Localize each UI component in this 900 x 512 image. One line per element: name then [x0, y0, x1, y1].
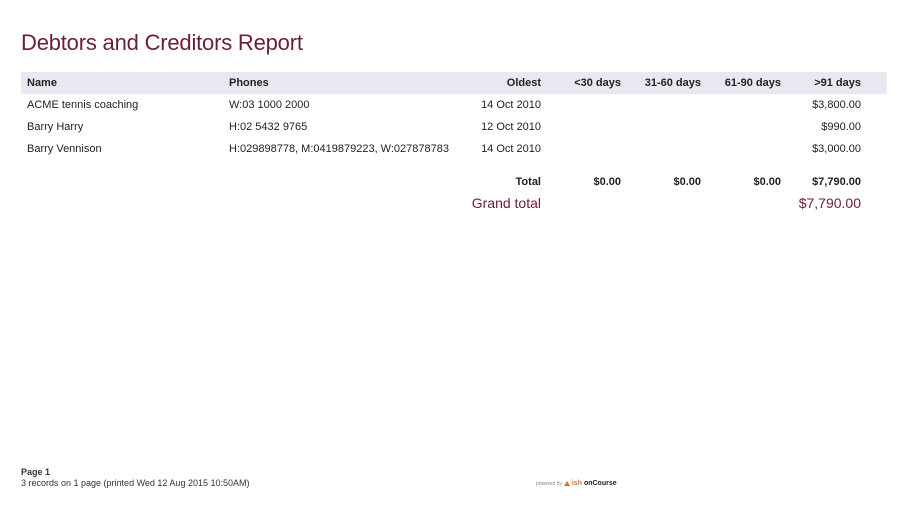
cell-name: Barry Harry	[27, 121, 84, 133]
powered-by-logo: powered by ish onCourse	[536, 480, 617, 487]
total-label: Total	[515, 176, 541, 188]
table-header-row: Name Phones Oldest <30 days 31-60 days 6…	[21, 72, 887, 94]
table-row: Barry Harry H:02 5432 9765 12 Oct 2010 $…	[21, 116, 887, 138]
cell-name: ACME tennis coaching	[27, 99, 139, 111]
column-header-lt30-days: <30 days	[543, 72, 623, 94]
cell-oldest: 14 Oct 2010	[481, 99, 541, 111]
column-header-31-60-days: 31-60 days	[623, 72, 703, 94]
footer-records-summary: 3 records on 1 page (printed Wed 12 Aug …	[21, 478, 250, 488]
total-61-90-days: $0.00	[753, 176, 781, 188]
cell-lt30-days	[543, 116, 623, 138]
debtors-creditors-table: Name Phones Oldest <30 days 31-60 days 6…	[21, 72, 887, 216]
footer-page-number: Page 1	[21, 467, 51, 477]
brand-oncourse: onCourse	[583, 480, 617, 487]
cell-oldest: 14 Oct 2010	[481, 143, 541, 155]
column-header-oldest: Oldest	[469, 72, 543, 94]
cell-gt91-days: $3,000.00	[812, 143, 861, 155]
cell-gt91-days: $3,800.00	[812, 99, 861, 111]
total-spacer	[229, 160, 469, 190]
grand-total-value: $7,790.00	[798, 195, 861, 211]
cell-phones: W:03 1000 2000	[229, 99, 310, 111]
cell-61-90-days	[703, 138, 783, 160]
column-header-61-90-days: 61-90 days	[703, 72, 783, 94]
cell-31-60-days	[623, 94, 703, 116]
total-gt91-days: $7,790.00	[812, 176, 861, 188]
cell-lt30-days	[543, 94, 623, 116]
table-row: Barry Vennison H:029898778, M:0419879223…	[21, 138, 887, 160]
grand-total-label: Grand total	[471, 195, 541, 211]
table-row: ACME tennis coaching W:03 1000 2000 14 O…	[21, 94, 887, 116]
powered-by-label: powered by	[536, 480, 562, 487]
grand-total-spacer	[543, 190, 623, 216]
brand-ish: ish	[571, 480, 582, 487]
column-header-phones: Phones	[229, 72, 469, 94]
total-spacer	[21, 160, 229, 190]
cell-gt91-days: $990.00	[821, 121, 861, 133]
total-31-60-days: $0.00	[673, 176, 701, 188]
cell-31-60-days	[623, 116, 703, 138]
grand-total-row: Grand total $7,790.00	[21, 190, 887, 216]
ish-logo-icon	[563, 481, 570, 486]
cell-name: Barry Vennison	[27, 143, 102, 155]
grand-total-spacer	[623, 190, 703, 216]
column-header-gt91-days: >91 days	[783, 72, 887, 94]
cell-lt30-days	[543, 138, 623, 160]
grand-total-spacer	[703, 190, 783, 216]
brand-name: ish onCourse	[572, 480, 617, 487]
cell-61-90-days	[703, 116, 783, 138]
grand-total-spacer	[229, 190, 469, 216]
cell-31-60-days	[623, 138, 703, 160]
cell-oldest: 12 Oct 2010	[481, 121, 541, 133]
report-title: Debtors and Creditors Report	[21, 30, 303, 55]
column-header-name: Name	[21, 72, 229, 94]
cell-phones: H:02 5432 9765	[229, 121, 308, 133]
cell-phones: H:029898778, M:0419879223, W:027878783	[229, 143, 449, 155]
total-lt30-days: $0.00	[593, 176, 621, 188]
grand-total-spacer	[21, 190, 229, 216]
cell-61-90-days	[703, 94, 783, 116]
total-row: Total $0.00 $0.00 $0.00 $7,790.00	[21, 160, 887, 190]
